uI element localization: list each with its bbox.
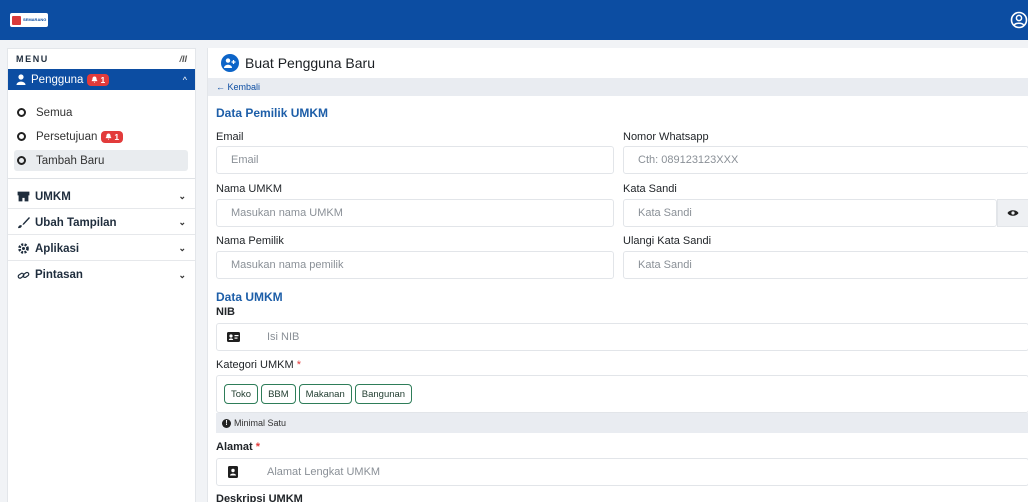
owner-name-field[interactable]: Masukan nama pemilik (216, 251, 614, 279)
sidebar-subitem-tambah-baru[interactable]: Tambah Baru (14, 150, 188, 171)
sidebar-item-pintasan[interactable]: Pintasan ⌄ (8, 263, 195, 287)
chevron-down-icon: ⌄ (178, 269, 186, 280)
section-title-umkm: Data UMKM (216, 290, 283, 304)
top-bar: SEMARANG (0, 0, 1028, 40)
divider (8, 178, 195, 179)
cog-icon (18, 243, 29, 254)
page-header: Buat Pengguna Baru (221, 53, 375, 73)
eye-icon (1007, 210, 1019, 216)
user-icon (16, 74, 26, 85)
info-icon: ! (222, 418, 231, 428)
badge-count: 1 (100, 74, 106, 85)
back-bar: ← Kembali (208, 78, 1028, 96)
collapse-icon[interactable]: /Il (179, 54, 187, 64)
sidebar-item-umkm[interactable]: UMKM ⌄ (8, 185, 195, 209)
category-hint: ! Minimal Satu (216, 413, 1028, 433)
store-icon (17, 191, 30, 202)
link-icon (17, 271, 30, 279)
badge-count: 1 (114, 131, 120, 142)
password-repeat-label: Ulangi Kata Sandi (623, 235, 712, 247)
nav-label: Pintasan (35, 269, 83, 281)
bell-icon (105, 133, 112, 140)
category-label-text: Kategori UMKM (216, 359, 294, 371)
logo-mark (12, 15, 21, 25)
whatsapp-field[interactable]: Cth: 089123123XXX (623, 146, 1028, 174)
umkm-name-field[interactable]: Masukan nama UMKM (216, 199, 614, 227)
sidebar-subitem-semua[interactable]: Semua (8, 102, 195, 123)
nav-label: Ubah Tampilan (35, 216, 117, 229)
circle-icon (17, 132, 26, 141)
address-label: Alamat * (216, 441, 260, 453)
nav-label: Aplikasi (35, 242, 80, 255)
nav-label: UMKM (35, 190, 71, 203)
section-title-owner: Data Pemilik UMKM (216, 106, 329, 120)
notification-badge: 1 (101, 130, 124, 143)
subitem-label: Persetujuan (36, 130, 98, 143)
nib-field[interactable]: Isi NIB (216, 323, 1028, 351)
password-repeat-field[interactable]: Kata Sandi (623, 251, 1028, 279)
address-field[interactable]: Alamat Lengkat UMKM (216, 458, 1028, 486)
sidebar-item-label: Pengguna (31, 73, 84, 86)
umkm-name-label: Nama UMKM (216, 183, 283, 195)
subitem-label: Semua (36, 106, 73, 119)
address-card-icon (216, 458, 250, 486)
description-label: Deskripsi UMKM (216, 493, 303, 502)
category-chip-makanan[interactable]: Makanan (298, 384, 352, 404)
category-chip-bbm[interactable]: BBM (261, 384, 296, 404)
email-label: Email (216, 131, 244, 143)
nib-label: NIB (216, 306, 235, 318)
chevron-down-icon: ⌄ (178, 243, 186, 253)
subitem-label: Tambah Baru (36, 154, 105, 167)
category-label: Kategori UMKM * (216, 359, 301, 371)
notification-badge: 1 (87, 73, 110, 86)
hint-text: Minimal Satu (234, 418, 287, 428)
circle-icon (17, 156, 26, 165)
email-field[interactable]: Email (216, 146, 614, 174)
sidebar-item-ubah-tampilan[interactable]: Ubah Tampilan ⌄ (8, 211, 195, 235)
bell-icon (91, 76, 98, 83)
sidebar-header: MENU /Il (8, 49, 195, 69)
required-mark: * (255, 441, 261, 453)
required-mark: * (296, 359, 301, 371)
category-chip-group: Toko BBM Makanan Bangunan (216, 375, 1028, 413)
menu-label: MENU (16, 54, 49, 64)
page-title: Buat Pengguna Baru (245, 55, 375, 71)
category-chip-toko[interactable]: Toko (224, 384, 259, 404)
sidebar-item-aplikasi[interactable]: Aplikasi ⌄ (8, 237, 195, 261)
category-chip-bangunan[interactable]: Bangunan (354, 384, 413, 404)
sidebar: MENU /Il Pengguna 1 ^ Semua Persetujuan … (7, 48, 196, 502)
password-field[interactable]: Kata Sandi (623, 199, 997, 227)
show-password-button[interactable] (997, 199, 1028, 227)
add-user-icon (221, 54, 239, 72)
back-link[interactable]: ← Kembali (216, 82, 260, 92)
password-label: Kata Sandi (623, 183, 677, 195)
user-circle-icon[interactable] (1010, 11, 1028, 29)
brush-icon (18, 217, 30, 229)
circle-icon (17, 108, 26, 117)
logo-text: SEMARANG (23, 17, 47, 22)
sidebar-subitem-persetujuan[interactable]: Persetujuan 1 (8, 126, 195, 147)
address-label-text: Alamat (216, 441, 253, 453)
id-card-icon (216, 323, 250, 351)
chevron-up-icon: ^ (182, 74, 187, 85)
sidebar-item-pengguna[interactable]: Pengguna 1 ^ (8, 69, 195, 90)
chevron-down-icon: ⌄ (178, 191, 186, 201)
main-panel: Buat Pengguna Baru ← Kembali Data Pemili… (207, 48, 1028, 502)
app-logo[interactable]: SEMARANG (10, 13, 48, 27)
chevron-down-icon: ⌄ (178, 217, 186, 227)
owner-name-label: Nama Pemilik (216, 235, 284, 247)
whatsapp-label: Nomor Whatsapp (623, 131, 709, 143)
